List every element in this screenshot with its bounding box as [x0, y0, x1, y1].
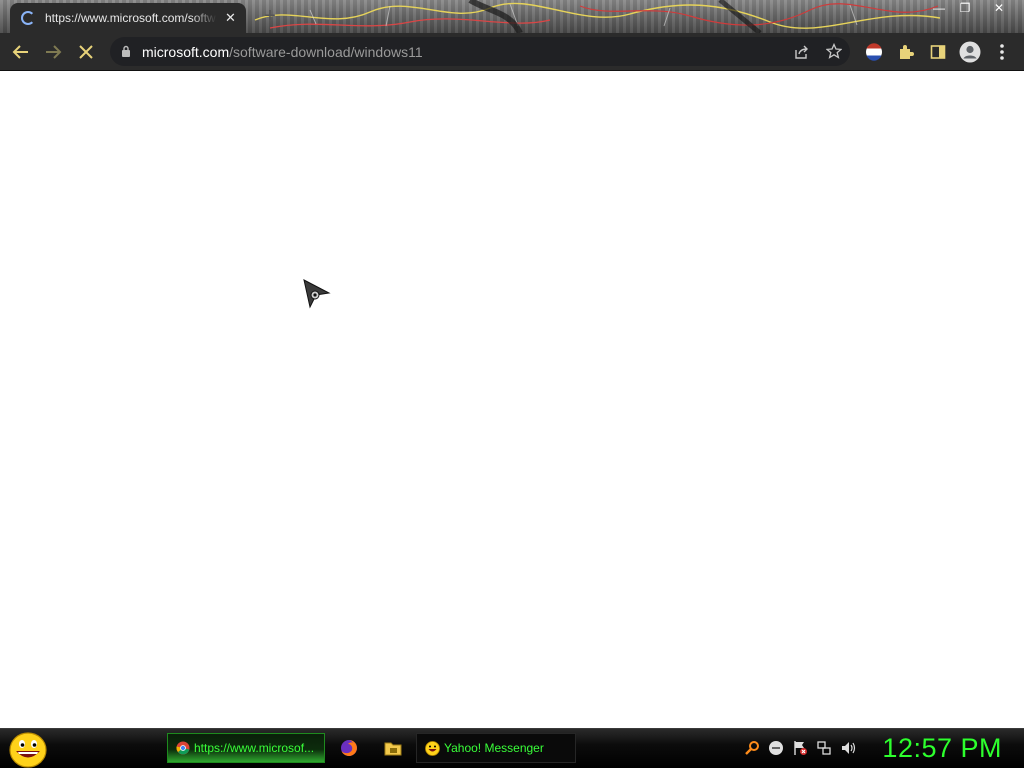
search-icon[interactable] [744, 740, 760, 756]
yahoo-messenger-icon [425, 740, 440, 756]
vpn-extension-button[interactable] [861, 39, 887, 65]
stop-loading-icon [79, 45, 93, 59]
action-center-flag-icon[interactable] [792, 740, 808, 756]
extensions-button[interactable] [893, 39, 919, 65]
bookmark-star-icon[interactable] [826, 43, 842, 59]
system-clock[interactable]: 12:57 PM [872, 733, 1002, 764]
profile-avatar-icon [959, 41, 981, 63]
forward-button[interactable] [40, 39, 66, 65]
share-icon[interactable] [793, 44, 809, 60]
close-icon[interactable]: ✕ [225, 10, 236, 26]
profile-button[interactable] [957, 39, 983, 65]
folder-icon[interactable] [383, 738, 403, 758]
url-host: microsoft.com [142, 44, 230, 60]
stop-loading-button[interactable] [73, 39, 99, 65]
close-window-icon[interactable]: ✕ [986, 0, 1012, 18]
chrome-icon [176, 741, 190, 755]
menu-dots-icon [1000, 44, 1004, 60]
back-arrow-icon [12, 45, 28, 59]
window-theme-background [254, 0, 940, 33]
taskbar-item-label: Yahoo! Messenger [444, 741, 544, 755]
restore-icon[interactable]: ❐ [952, 0, 978, 18]
tab-title: https://www.microsoft.com/software-downl… [45, 11, 217, 25]
extensions-puzzle-icon [900, 45, 914, 59]
messenger-tray-icon[interactable] [768, 740, 784, 756]
lock-icon[interactable] [121, 45, 131, 57]
side-panel-button[interactable] [925, 39, 951, 65]
vpn-flag-icon [866, 43, 882, 61]
minimize-icon[interactable]: — [926, 0, 952, 18]
side-panel-icon [930, 45, 946, 59]
page-content[interactable] [0, 71, 1024, 728]
back-button[interactable] [8, 39, 34, 65]
taskbar-item-chrome[interactable]: https://www.microsof... [167, 733, 325, 763]
browser-menu-button[interactable] [989, 39, 1015, 65]
taskbar: https://www.microsof... Yahoo! Messenger [0, 728, 1024, 768]
yahoo-smiley-icon[interactable] [8, 732, 48, 768]
forward-arrow-icon [46, 45, 62, 59]
browser-tab-active[interactable]: https://www.microsoft.com/software-downl… [10, 3, 246, 33]
loading-spinner-icon [21, 11, 35, 25]
taskbar-item-yahoo-messenger[interactable]: Yahoo! Messenger [416, 733, 576, 763]
title-bar: https://www.microsoft.com/software-downl… [0, 0, 1024, 33]
taskbar-item-label: https://www.microsof... [194, 741, 315, 755]
firefox-icon[interactable] [339, 738, 359, 758]
new-tab-icon[interactable]: + [259, 5, 281, 27]
browser-toolbar: microsoft.com/software-download/windows1… [0, 33, 1024, 70]
network-icon[interactable] [816, 740, 832, 756]
mouse-cursor-icon [303, 279, 331, 309]
address-bar[interactable]: microsoft.com/software-download/windows1… [110, 37, 850, 66]
url-path: /software-download/windows11 [229, 44, 423, 60]
volume-icon[interactable] [840, 740, 856, 756]
url-text: microsoft.com/software-download/windows1… [142, 44, 423, 60]
